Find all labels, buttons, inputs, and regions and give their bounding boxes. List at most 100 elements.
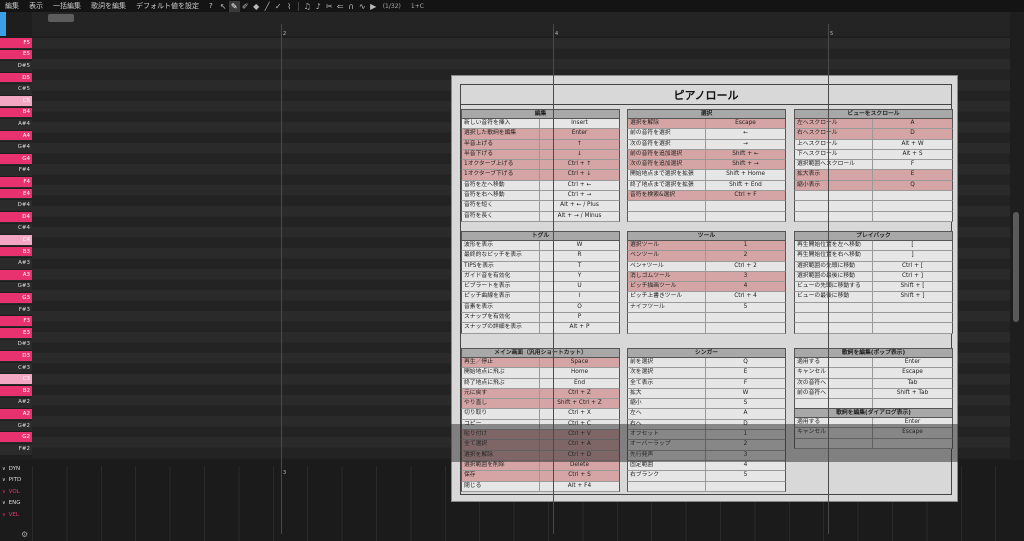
menu-1[interactable]: 表示: [24, 1, 48, 11]
piano-key[interactable]: D#3: [0, 339, 32, 351]
shortcut-key: End: [573, 379, 586, 386]
shortcut-action: 半音下げる: [462, 149, 540, 160]
piano-key[interactable]: G#4: [0, 142, 32, 153]
shortcut-action: 前を選択: [628, 358, 706, 368]
eraser-icon[interactable]: ◆: [251, 1, 262, 12]
menu-4[interactable]: デフォルト値を設定: [131, 1, 204, 11]
piano-key[interactable]: C#4: [0, 223, 32, 235]
piano-key[interactable]: G3: [0, 293, 32, 304]
play-icon[interactable]: ▶: [368, 1, 379, 12]
param-label: ENG: [8, 500, 21, 507]
piano-key[interactable]: C4: [0, 235, 32, 246]
shortcut-key: Shift + Home: [726, 171, 765, 178]
timeline-ruler[interactable]: [32, 12, 1010, 36]
piano-key[interactable]: G4: [0, 154, 32, 165]
shortcut-key: Ctrl + C: [568, 420, 591, 427]
piano-key[interactable]: G#3: [0, 281, 32, 293]
scissors-icon[interactable]: ✂: [324, 1, 335, 12]
param-vol[interactable]: ∨ VOL: [0, 486, 32, 498]
shortcut-row-empty: [794, 313, 953, 324]
param-label: DYN: [8, 465, 21, 472]
cursor-icon[interactable]: ↖: [218, 1, 229, 12]
param-eng[interactable]: ∨ ENG: [0, 498, 32, 510]
piano-key[interactable]: B4: [0, 107, 32, 119]
line-pencil-icon[interactable]: ╱: [262, 1, 273, 12]
wave-icon[interactable]: ∿: [357, 1, 368, 12]
piano-key[interactable]: E3: [0, 328, 32, 339]
shortcut-key: [: [911, 242, 914, 248]
piano-key[interactable]: B2: [0, 386, 32, 397]
shortcut-key: Q: [743, 359, 748, 365]
curve-icon[interactable]: ∩: [346, 1, 357, 12]
shortcut-row: 前の音符を選択 ←: [627, 129, 786, 140]
piano-key[interactable]: F#4: [0, 165, 32, 177]
piano-key[interactable]: F4: [0, 177, 32, 188]
piano-key[interactable]: A#3: [0, 258, 32, 269]
piano-key[interactable]: D#5: [0, 61, 32, 72]
piano-key[interactable]: F3: [0, 316, 32, 327]
piano-key[interactable]: G#2: [0, 420, 32, 432]
bar-line: [828, 24, 829, 534]
param-dyn[interactable]: ∨ DYN: [0, 463, 32, 475]
measure-label: 3: [283, 470, 287, 476]
piano-key[interactable]: C3: [0, 374, 32, 385]
piano-key[interactable]: C#3: [0, 362, 32, 374]
horizontal-scroll-thumb[interactable]: [48, 14, 74, 22]
shortcut-key: F: [910, 161, 915, 168]
piano-key[interactable]: D4: [0, 212, 32, 223]
shortcut-action: 次の音符を選択: [628, 139, 706, 149]
shortcut-key: Escape: [902, 429, 923, 436]
menu-2[interactable]: 一括編集: [48, 1, 86, 11]
param-pitd[interactable]: ∨ PITD: [0, 475, 32, 487]
piano-key[interactable]: A2: [0, 409, 32, 420]
shortcut-row: 選択範囲の最後に移動 Ctrl + ]: [794, 271, 953, 283]
piano-key[interactable]: B3: [0, 246, 32, 258]
shortcut-key: Tab: [907, 379, 918, 386]
help-button[interactable]: ?: [204, 2, 218, 10]
music-note-icon[interactable]: ♫: [302, 1, 313, 12]
piano-key[interactable]: A3: [0, 270, 32, 281]
section-main: メイン画面（汎用ショートカット） 再生／停止 Space 開始地点に飛ぶ Home 終了地…: [461, 348, 620, 492]
shortcut-key: Enter: [571, 130, 588, 137]
pencil-icon[interactable]: ✎: [228, 0, 240, 12]
shortcut-row: 貼り付け Ctrl + V: [461, 430, 620, 441]
piano-key[interactable]: E5: [0, 49, 32, 61]
pitch-brush-icon[interactable]: ✓: [273, 1, 284, 12]
gear-icon[interactable]: ⚙: [21, 530, 28, 539]
shortcut-key: 3: [743, 451, 748, 458]
shortcut-key: Alt + ← / Plus: [560, 202, 599, 209]
shortcut-key: Ctrl + →: [567, 192, 592, 199]
piano-key[interactable]: D5: [0, 72, 32, 84]
piano-key[interactable]: E4: [0, 188, 32, 200]
piano-key[interactable]: F5: [0, 38, 32, 49]
piano-key[interactable]: D#4: [0, 200, 32, 211]
shortcut-action: 選択を解除: [628, 119, 706, 129]
measure-label: 4: [555, 31, 559, 37]
shortcut-action: 最終的なピッチを表示: [462, 251, 540, 261]
vertical-scrollbar[interactable]: [1013, 212, 1019, 322]
shortcut-key: Shift + Tab: [896, 389, 929, 396]
piano-key[interactable]: F#3: [0, 304, 32, 316]
param-vel[interactable]: ∨ VEL: [0, 509, 32, 521]
piano-key[interactable]: F#2: [0, 444, 32, 455]
piano-keyboard[interactable]: F5 E5 D#5 D5 C#5 C5 B4 A#4 A4 G#4 G4 F#4 F4 E4 D#4 D4 C#…: [0, 38, 32, 458]
piano-key[interactable]: A#2: [0, 397, 32, 409]
shortcut-action: 先行発声: [628, 450, 706, 460]
shortcut-key: A: [743, 410, 748, 417]
piano-key[interactable]: G2: [0, 432, 32, 443]
section-header: 歌詞を編集(ダイアログ表示): [794, 408, 953, 418]
triplet-icon[interactable]: ♪: [313, 1, 324, 12]
menu-3[interactable]: 歌詞を編集: [86, 1, 131, 11]
knife-icon[interactable]: ⌇: [284, 1, 295, 12]
menu-0[interactable]: 編集: [0, 1, 24, 11]
piano-key[interactable]: A4: [0, 130, 32, 142]
shortcut-row-empty: [794, 211, 953, 222]
note-brush-icon[interactable]: ✐: [240, 1, 251, 12]
arrow-left-icon[interactable]: ⇐: [335, 1, 346, 12]
piano-key[interactable]: C5: [0, 96, 32, 107]
piano-key[interactable]: D3: [0, 351, 32, 362]
piano-key[interactable]: A#4: [0, 119, 32, 130]
shortcut-row: ピッチ上書きツール Ctrl + 4: [627, 292, 786, 303]
piano-key[interactable]: C#5: [0, 84, 32, 95]
shortcut-row: 半音上げる ↑: [461, 139, 620, 150]
